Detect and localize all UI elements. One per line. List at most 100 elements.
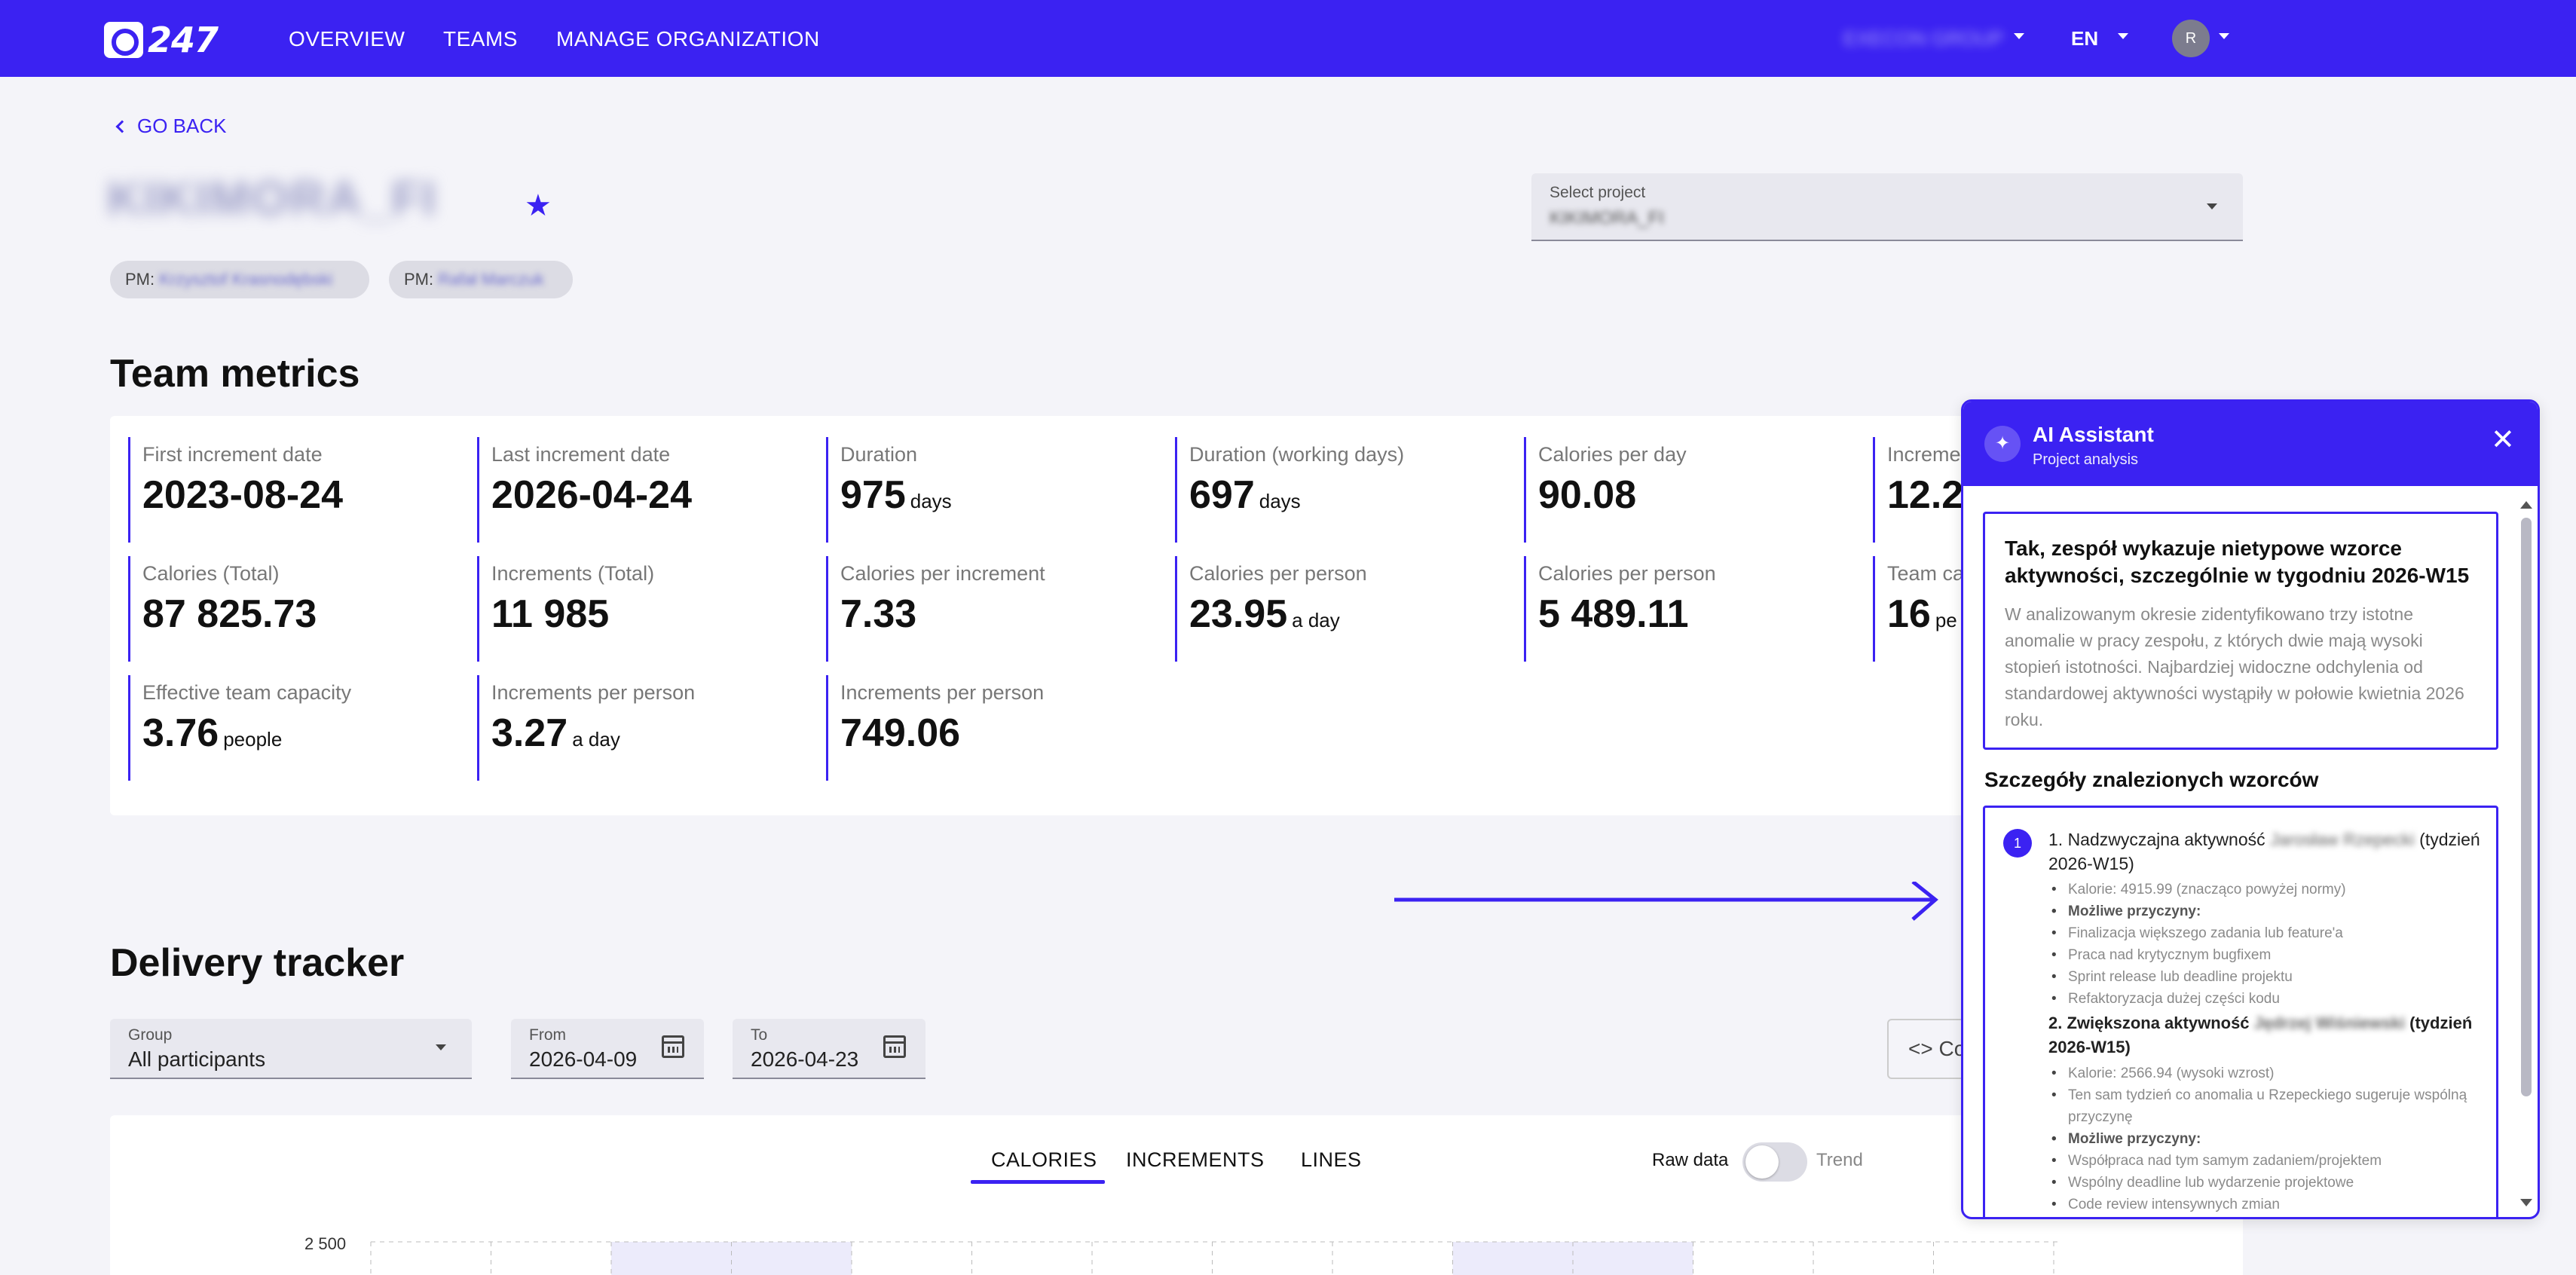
user-avatar[interactable]: R [2172, 20, 2210, 57]
metric-increments-per-person: Increments per person 749.06 [826, 675, 1150, 781]
nav-manage-organization[interactable]: MANAGE ORGANIZATION [556, 27, 820, 51]
metric-label: Increments (Total) [491, 562, 655, 585]
chevron-left-icon [115, 120, 129, 133]
pm-chip-name: Rafał Marczuk [438, 270, 544, 289]
pm-chip-name: Krzysztof Krasnodębski [159, 270, 333, 289]
close-icon[interactable]: ✕ [2491, 423, 2515, 457]
metric-value: 3.27 a day [491, 711, 620, 755]
group-select[interactable]: Group All participants [110, 1019, 472, 1079]
weekend-band [1573, 1242, 1693, 1275]
metric-label: Calories per person [1189, 562, 1367, 585]
calendar-icon[interactable] [883, 1035, 906, 1058]
list-item: Finalizacja większego zadania lub featur… [2048, 922, 2481, 944]
code-icon: <> [1908, 1037, 1933, 1060]
weekend-band [1452, 1242, 1573, 1275]
tab-calories[interactable]: CALORIES [991, 1148, 1097, 1172]
metric-calories-per-person-day: Calories per person 23.95 a day [1175, 556, 1499, 662]
list-item: Ten sam tydzień co anomalia u Rzepeckieg… [2048, 1084, 2481, 1128]
chevron-down-icon [2014, 33, 2024, 39]
metric-increments-total: Increments (Total) 11 985 [477, 556, 801, 662]
calendar-icon[interactable] [662, 1035, 684, 1058]
sparkle-icon: ✦ [1984, 426, 2021, 462]
ai-details-title: Szczegóły znalezionych wzorców [1984, 768, 2319, 791]
chart-grid [370, 1241, 2057, 1275]
chevron-down-icon [2118, 33, 2128, 39]
metric-value: 11 985 [491, 592, 610, 636]
metric-label: Effective team capacity [142, 681, 352, 704]
from-label: From [529, 1026, 566, 1044]
list-item: Praca nad krytycznym bugfixem [2048, 944, 2481, 966]
go-back-link[interactable]: GO BACK [115, 115, 227, 138]
list-item: Możliwe przyczyny: [2048, 900, 2481, 922]
delivery-tracker-title: Delivery tracker [110, 941, 405, 985]
code-button[interactable]: <> Co [1887, 1019, 1970, 1079]
group-label: Group [128, 1026, 173, 1044]
star-icon[interactable]: ★ [525, 188, 552, 223]
metric-value: 697 days [1189, 473, 1301, 517]
metric-value: 5 489.11 [1538, 592, 1689, 636]
metric-value: 2023-08-24 [142, 473, 343, 517]
tab-lines[interactable]: LINES [1301, 1148, 1362, 1172]
pm-chip-prefix: PM: [404, 270, 434, 289]
weekend-band [731, 1242, 852, 1275]
go-back-label: GO BACK [137, 115, 227, 137]
metric-label: Duration [840, 443, 918, 466]
tab-increments[interactable]: INCREMENTS [1126, 1148, 1265, 1172]
active-tab-indicator [971, 1180, 1105, 1184]
raw-trend-toggle[interactable] [1742, 1142, 1807, 1182]
from-date-field[interactable]: From 2026-04-09 [511, 1019, 704, 1079]
pm-chip: PM: Rafał Marczuk [389, 261, 573, 298]
metric-label: Team ca [1887, 562, 1964, 585]
metric-value: 2026-04-24 [491, 473, 692, 517]
logo-icon [104, 22, 143, 58]
raw-data-label: Raw data [1652, 1150, 1729, 1170]
metric-last-increment-date: Last increment date 2026-04-24 [477, 437, 801, 543]
select-project-value: KIKIMORA_FI [1550, 208, 1665, 228]
from-value: 2026-04-09 [529, 1047, 638, 1071]
metric-label: Calories per day [1538, 443, 1687, 466]
to-label: To [751, 1026, 768, 1044]
metric-label: Increme [1887, 443, 1961, 466]
y-axis-tick: 2 500 [304, 1234, 347, 1253]
metric-value: 87 825.73 [142, 592, 317, 636]
metric-value: 3.76 people [142, 711, 283, 755]
ai-summary-box: Tak, zespół wykazuje nietypowe wzorce ak… [1983, 512, 2498, 750]
scroll-down-icon[interactable] [2520, 1199, 2532, 1206]
top-navigation-bar: 247 OVERVIEW TEAMS MANAGE ORGANIZATION E… [0, 0, 2576, 77]
metric-label: Calories (Total) [142, 562, 280, 585]
metric-value: 7.33 [840, 592, 917, 636]
logo-text: 247 [148, 20, 219, 60]
nav-teams[interactable]: TEAMS [443, 27, 518, 51]
ai-summary-heading: Tak, zespół wykazuje nietypowe wzorce ak… [2005, 537, 2470, 587]
select-project-dropdown[interactable]: Select project KIKIMORA_FI [1531, 173, 2243, 241]
ai-panel-scrollbar[interactable] [2519, 498, 2533, 1206]
group-value: All participants [128, 1047, 266, 1071]
metric-value: 23.95 a day [1189, 592, 1340, 636]
metric-label: Calories per increment [840, 562, 1045, 585]
metric-label: Last increment date [491, 443, 671, 466]
metric-calories-per-person: Calories per person 5 489.11 [1524, 556, 1848, 662]
language-selector[interactable]: EN [2071, 27, 2098, 50]
finding-list: Kalorie: 2566.94 (wysoki wzrost) Ten sam… [2048, 1062, 2481, 1215]
metric-label: Increments per person [840, 681, 1045, 704]
nav-overview[interactable]: OVERVIEW [289, 27, 405, 51]
arrow-right-icon [1394, 882, 1938, 921]
finding-number-badge: 1 [2003, 829, 2032, 858]
scrollbar-thumb[interactable] [2521, 518, 2532, 1096]
chevron-down-icon [2207, 203, 2217, 209]
app-logo[interactable]: 247 [104, 20, 219, 60]
metric-label: Increments per person [491, 681, 696, 704]
organization-selector[interactable]: EXECON GROUP [1843, 27, 2003, 50]
metric-increments-per-day: Increme 12.2 [1873, 437, 1964, 543]
list-item: Refaktoryzacja dużej części kodu [2048, 988, 2481, 1010]
ai-assistant-panel: ✦ AI Assistant Project analysis ✕ Tak, z… [1961, 399, 2540, 1219]
metric-value: 90.08 [1538, 473, 1637, 517]
to-value: 2026-04-23 [751, 1047, 859, 1071]
chevron-down-icon [436, 1044, 446, 1050]
scroll-up-icon[interactable] [2520, 501, 2532, 509]
metric-duration-working-days: Duration (working days) 697 days [1175, 437, 1499, 543]
to-date-field[interactable]: To 2026-04-23 [733, 1019, 925, 1079]
pm-chip: PM: Krzysztof Krasnodębski [110, 261, 369, 298]
metric-increments-per-person-day: Increments per person 3.27 a day [477, 675, 801, 781]
list-item: Wspólny deadline lub wydarzenie projekto… [2048, 1172, 2481, 1194]
